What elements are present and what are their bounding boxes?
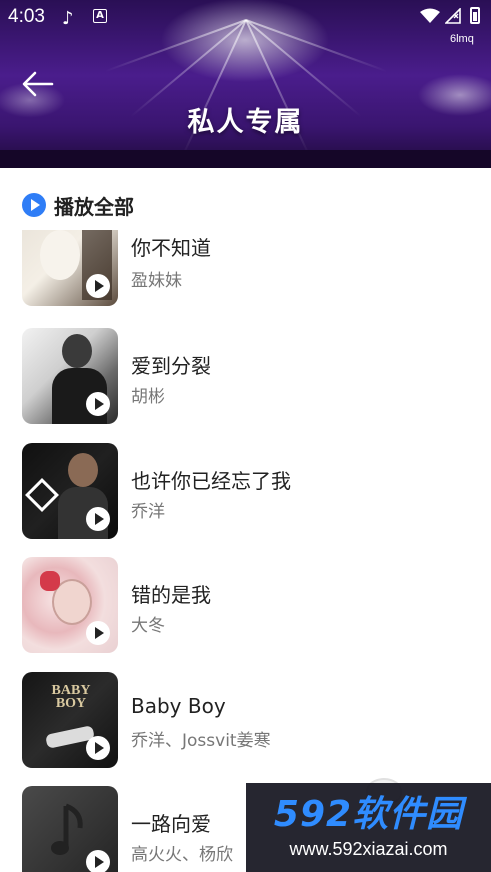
album-cover [22, 230, 118, 306]
album-cover [22, 328, 118, 424]
album-cover [22, 786, 118, 872]
page-title: 私人专属 [187, 107, 304, 138]
play-icon[interactable] [86, 850, 110, 872]
song-title: 爱到分裂 [131, 354, 211, 378]
play-icon[interactable] [86, 736, 110, 760]
signal-off-icon [445, 8, 461, 24]
song-artist: 乔洋 [131, 502, 165, 522]
song-title: 也许你已经忘了我 [131, 469, 291, 493]
cover-art-shape [40, 571, 60, 591]
wifi-icon [420, 8, 440, 23]
status-bar: 4:03 ♪ A [0, 0, 491, 34]
play-icon[interactable] [86, 392, 110, 416]
a-badge-icon: A [93, 9, 107, 23]
cover-art-shape [40, 230, 80, 280]
stage-floor [0, 150, 491, 168]
net-speed-indicator: 6lmq [450, 33, 474, 45]
music-note-icon: ♪ [62, 8, 74, 29]
song-item[interactable]: BABY BOY Baby Boy 乔洋、Jossvit姜寒 [0, 672, 491, 772]
header-banner: 4:03 ♪ A 6lmq 私人专属 [0, 0, 491, 168]
cover-art-text: BABY BOY [51, 683, 91, 711]
cover-art-shape [62, 334, 92, 368]
music-note-icon [51, 803, 83, 855]
play-circle-icon [22, 193, 46, 217]
song-title: 错的是我 [131, 583, 211, 607]
song-list-panel: 播放全部 你不知道 盈妹妹 爱到分裂 胡彬 也许你已经忘了我 乔洋 错的是我 大… [0, 168, 491, 872]
play-all-label: 播放全部 [54, 194, 134, 219]
status-time: 4:03 [8, 6, 45, 27]
watermark-banner: 592软件园 www.592xiazai.com [246, 783, 491, 872]
song-artist: 盈妹妹 [131, 271, 182, 291]
album-cover [22, 443, 118, 539]
song-artist: 高火火、杨欣 [131, 845, 233, 865]
watermark-brand: 592软件园 [273, 794, 464, 835]
watermark-url: www.592xiazai.com [289, 839, 448, 859]
cover-art-shape [68, 453, 98, 487]
play-all-button[interactable]: 播放全部 [22, 190, 134, 220]
song-title: 你不知道 [131, 236, 211, 260]
play-icon[interactable] [86, 621, 110, 645]
song-item[interactable]: 你不知道 盈妹妹 [0, 230, 491, 328]
song-title: Baby Boy [131, 694, 226, 718]
back-arrow-icon[interactable] [20, 66, 56, 102]
song-item[interactable]: 爱到分裂 胡彬 [0, 328, 491, 428]
song-artist: 胡彬 [131, 387, 165, 407]
play-icon[interactable] [86, 507, 110, 531]
song-item[interactable]: 错的是我 大冬 [0, 557, 491, 657]
song-title: 一路向爱 [131, 812, 211, 836]
song-artist: 大冬 [131, 616, 165, 636]
album-cover [22, 557, 118, 653]
play-icon[interactable] [86, 274, 110, 298]
battery-icon [470, 7, 480, 24]
song-item[interactable]: 也许你已经忘了我 乔洋 [0, 443, 491, 543]
album-cover: BABY BOY [22, 672, 118, 768]
song-list[interactable]: 你不知道 盈妹妹 爱到分裂 胡彬 也许你已经忘了我 乔洋 错的是我 大冬 BAB… [0, 230, 491, 872]
song-artist: 乔洋、Jossvit姜寒 [131, 731, 271, 751]
cover-art-shape [25, 478, 59, 512]
